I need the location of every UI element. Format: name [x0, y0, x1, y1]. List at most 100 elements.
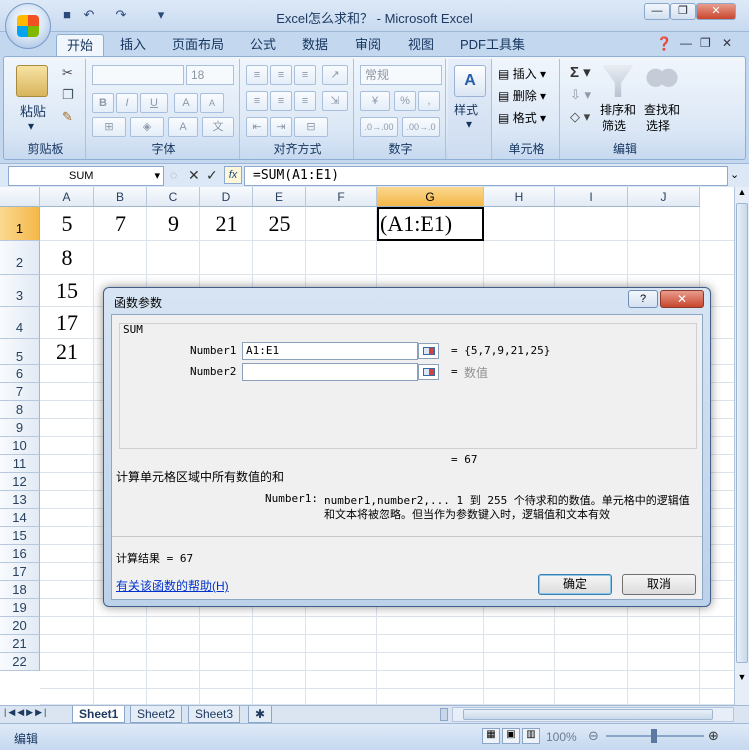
tab-page-layout[interactable]: 页面布局: [162, 34, 234, 56]
format-painter-icon[interactable]: ✎: [62, 109, 73, 125]
tab-pdf-tools[interactable]: PDF工具集: [450, 34, 535, 56]
row-header-14[interactable]: 14: [0, 509, 40, 527]
tab-review[interactable]: 审阅: [345, 34, 391, 56]
fill-icon[interactable]: ⇩ ▾: [570, 87, 591, 103]
find-select-label-1[interactable]: 查找和: [644, 101, 680, 118]
row-header-2[interactable]: 2: [0, 241, 40, 275]
comma-button[interactable]: ,: [418, 91, 440, 111]
row-header-5[interactable]: 5: [0, 339, 40, 365]
format-cells-button[interactable]: ▤ 格式 ▾: [498, 109, 546, 126]
formula-input[interactable]: =SUM(A1:E1): [244, 166, 728, 186]
row-header-4[interactable]: 4: [0, 307, 40, 339]
zoom-out-icon[interactable]: ⊖: [588, 728, 599, 744]
insert-function-icon[interactable]: fx: [224, 166, 242, 184]
number1-input[interactable]: A1:E1: [242, 342, 418, 360]
sort-filter-label-2[interactable]: 筛选: [602, 117, 626, 134]
tab-insert[interactable]: 插入: [110, 34, 156, 56]
paste-icon[interactable]: [16, 65, 48, 97]
dialog-close-button[interactable]: ✕: [660, 290, 704, 308]
row-header-15[interactable]: 15: [0, 527, 40, 545]
ribbon-restore-icon[interactable]: ❐: [700, 36, 711, 50]
autosum-icon[interactable]: Σ ▾: [570, 63, 591, 81]
insert-sheet-icon[interactable]: ✱: [248, 706, 273, 723]
align-middle-button[interactable]: ≡: [270, 65, 292, 85]
expand-formula-bar-icon[interactable]: ⌄: [730, 168, 739, 181]
grow-font-button[interactable]: A: [174, 93, 198, 113]
align-center-button[interactable]: ≡: [270, 91, 292, 111]
insert-cells-button[interactable]: ▤ 插入 ▾: [498, 65, 546, 82]
styles-icon[interactable]: A: [454, 65, 486, 97]
maximize-button[interactable]: ❐: [670, 3, 696, 20]
sort-filter-icon[interactable]: [602, 65, 634, 97]
paste-label[interactable]: 粘贴: [20, 101, 46, 120]
number1-collapse-icon[interactable]: [418, 343, 439, 359]
tab-formulas[interactable]: 公式: [240, 34, 286, 56]
scroll-down-icon[interactable]: ▼: [735, 672, 749, 686]
column-header-a[interactable]: A: [40, 187, 94, 207]
row-header-13[interactable]: 13: [0, 491, 40, 509]
align-left-button[interactable]: ≡: [246, 91, 268, 111]
zoom-level[interactable]: 100%: [546, 730, 577, 744]
vertical-scrollbar[interactable]: ▲ ▼: [734, 187, 749, 705]
wrap-text-button[interactable]: ⇲: [322, 91, 348, 111]
row-header-17[interactable]: 17: [0, 563, 40, 581]
row-header-19[interactable]: 19: [0, 599, 40, 617]
number2-collapse-icon[interactable]: [418, 364, 439, 380]
cell-e1[interactable]: 25: [253, 207, 306, 241]
page-break-view-icon[interactable]: ▥: [522, 728, 540, 744]
font-color-button[interactable]: A: [168, 117, 198, 137]
function-help-link[interactable]: 有关该函数的帮助(H): [116, 577, 229, 594]
merge-center-button[interactable]: ⊟: [294, 117, 328, 137]
ok-button[interactable]: 确定: [538, 574, 612, 595]
sheet-tab-3[interactable]: Sheet3: [188, 706, 241, 723]
tab-view[interactable]: 视图: [398, 34, 444, 56]
align-bottom-button[interactable]: ≡: [294, 65, 316, 85]
column-header-e[interactable]: E: [253, 187, 306, 207]
row-header-16[interactable]: 16: [0, 545, 40, 563]
horizontal-scrollbar[interactable]: [452, 707, 734, 722]
shrink-font-button[interactable]: A: [200, 93, 224, 113]
copy-icon[interactable]: ❐: [62, 87, 74, 103]
column-header-g[interactable]: G: [377, 187, 484, 207]
formula-options-icon[interactable]: ◌: [170, 168, 177, 182]
zoom-slider-thumb[interactable]: [651, 729, 657, 743]
cell-a4[interactable]: 17: [40, 307, 94, 339]
increase-decimal-button[interactable]: .0→.00: [360, 117, 398, 137]
enter-entry-icon[interactable]: ✓: [206, 167, 218, 184]
row-header-21[interactable]: 21: [0, 635, 40, 653]
find-select-label-2[interactable]: 选择: [646, 117, 670, 134]
increase-indent-button[interactable]: ⇥: [270, 117, 292, 137]
align-right-button[interactable]: ≡: [294, 91, 316, 111]
percent-button[interactable]: %: [394, 91, 416, 111]
minimize-button[interactable]: —: [644, 3, 670, 20]
name-box[interactable]: SUM ▾: [8, 166, 164, 186]
row-header-20[interactable]: 20: [0, 617, 40, 635]
page-layout-view-icon[interactable]: ▣: [502, 728, 520, 744]
styles-dropdown-icon[interactable]: ▾: [466, 117, 472, 131]
select-all-corner[interactable]: [0, 187, 40, 207]
font-name-combo[interactable]: [92, 65, 184, 85]
column-header-f[interactable]: F: [306, 187, 377, 207]
row-header-12[interactable]: 12: [0, 473, 40, 491]
sheet-tab-2[interactable]: Sheet2: [130, 706, 183, 723]
row-header-8[interactable]: 8: [0, 401, 40, 419]
sheet-navigation-icons[interactable]: |◀◀▶▶|: [4, 707, 48, 718]
row-header-11[interactable]: 11: [0, 455, 40, 473]
row-header-6[interactable]: 6: [0, 365, 40, 383]
delete-cells-button[interactable]: ▤ 删除 ▾: [498, 87, 546, 104]
zoom-in-icon[interactable]: ⊕: [708, 728, 719, 744]
row-header-7[interactable]: 7: [0, 383, 40, 401]
name-box-dropdown-icon[interactable]: ▾: [154, 167, 160, 185]
sheet-tab-1[interactable]: Sheet1: [72, 706, 126, 723]
row-header-3[interactable]: 3: [0, 275, 40, 307]
number2-input[interactable]: [242, 363, 418, 381]
row-header-18[interactable]: 18: [0, 581, 40, 599]
clear-icon[interactable]: ◇ ▾: [570, 109, 590, 125]
italic-button[interactable]: I: [116, 93, 138, 113]
horizontal-scroll-thumb[interactable]: [463, 709, 713, 720]
column-header-h[interactable]: H: [484, 187, 555, 207]
cell-a3[interactable]: 15: [40, 275, 94, 307]
scroll-thumb[interactable]: [736, 203, 748, 663]
decrease-decimal-button[interactable]: .00→.0: [402, 117, 440, 137]
find-select-icon[interactable]: [646, 65, 678, 97]
